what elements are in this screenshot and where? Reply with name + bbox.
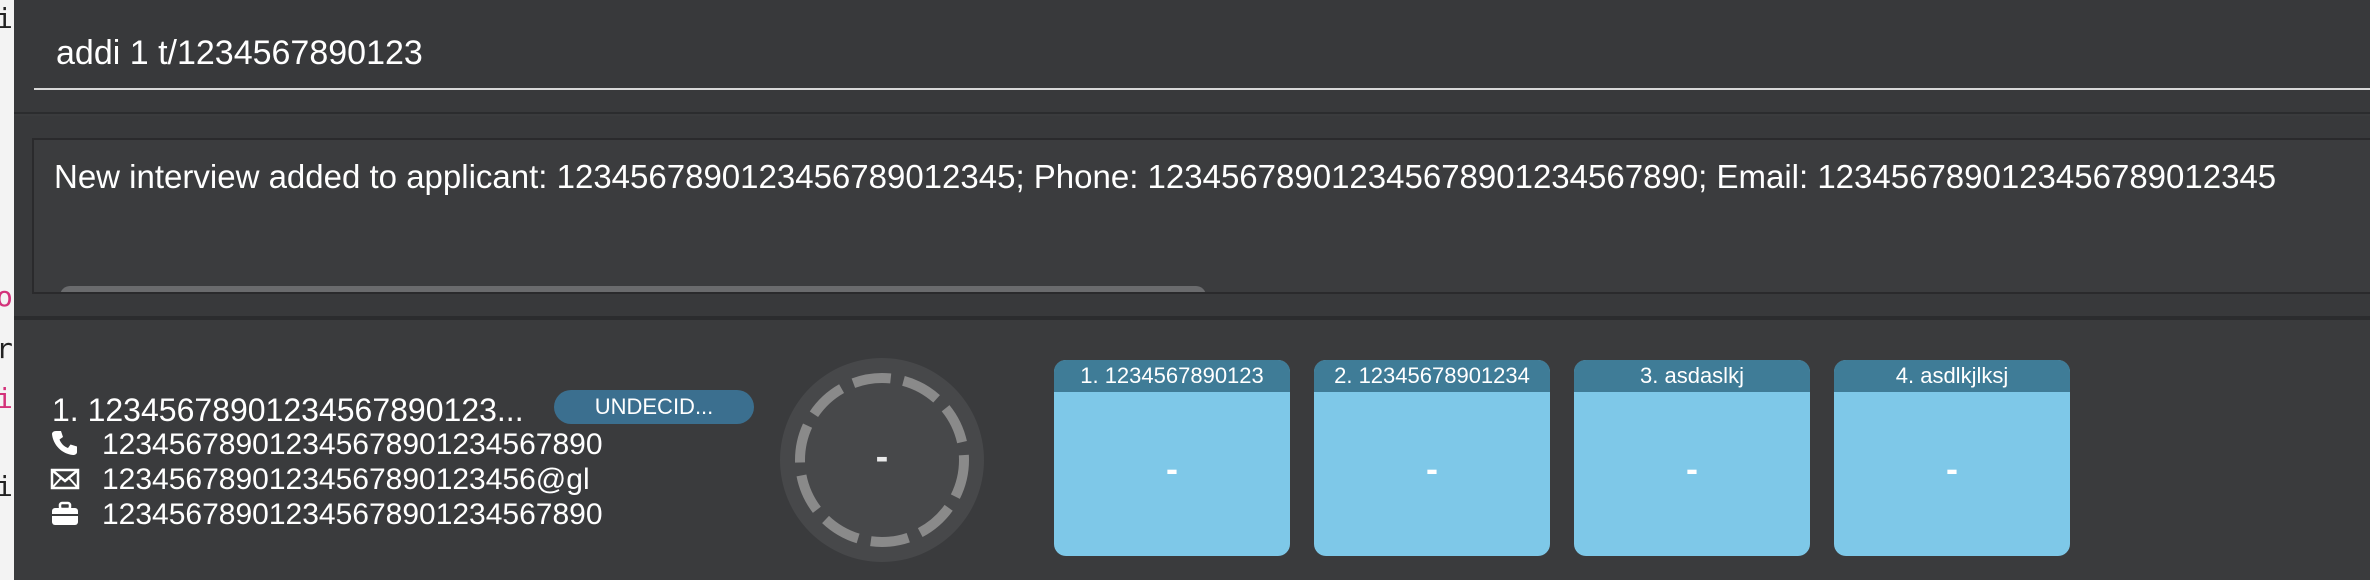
applicant-name: 1. 12345678901234567890123... (52, 392, 524, 428)
interview-round-header: 3. asdaslkj (1574, 360, 1810, 392)
overall-score-dial: - (780, 358, 984, 562)
interview-round-card[interactable]: 1. 1234567890123 - (1054, 360, 1290, 556)
interview-round-score: - (1426, 448, 1438, 489)
applicant-card[interactable]: 1. 12345678901234567890123... UNDECID...… (14, 320, 2370, 580)
interview-round-header: 4. asdlkjlksj (1834, 360, 2070, 392)
horizontal-scrollbar-thumb[interactable] (60, 286, 1206, 292)
interview-round-card[interactable]: 2. 12345678901234 - (1314, 360, 1550, 556)
result-display[interactable]: New interview added to applicant: 123456… (32, 138, 2370, 294)
overall-score-value: - (875, 436, 889, 478)
phone-icon (50, 429, 80, 455)
interview-round-score: - (1166, 448, 1178, 489)
command-box-pane (14, 0, 2370, 114)
interview-round-header: 2. 12345678901234 (1314, 360, 1550, 392)
status-badge: UNDECID... (554, 390, 754, 424)
interview-round-card[interactable]: 3. asdaslkj - (1574, 360, 1810, 556)
email-icon (50, 466, 80, 492)
job-text: 123456789012345678901234567890 (102, 498, 603, 531)
phone-text: 123456789012345678901234567890 (102, 428, 603, 461)
strip-glyph: i (0, 2, 13, 35)
strip-glyph: i (0, 382, 13, 415)
applicant-list-pane: 1. 12345678901234567890123... UNDECID...… (14, 318, 2370, 580)
strip-glyph: r (0, 332, 13, 365)
strip-glyph: i (0, 470, 13, 503)
briefcase-icon (50, 501, 80, 527)
background-editor-strip: i o r i i (0, 0, 14, 580)
email-row: 12345678901234567890123456@gl (50, 463, 590, 497)
command-input[interactable] (34, 18, 2370, 90)
interview-round-header: 1. 1234567890123 (1054, 360, 1290, 392)
interview-round-card[interactable]: 4. asdlkjlksj - (1834, 360, 2070, 556)
result-text: New interview added to applicant: 123456… (54, 158, 2277, 195)
result-display-pane: New interview added to applicant: 123456… (14, 116, 2370, 318)
interview-round-score: - (1686, 448, 1698, 489)
strip-glyph: o (0, 280, 13, 313)
job-row: 123456789012345678901234567890 (50, 498, 603, 532)
email-text: 12345678901234567890123456@gl (102, 463, 590, 496)
app-window: New interview added to applicant: 123456… (14, 0, 2370, 580)
phone-row: 123456789012345678901234567890 (50, 428, 603, 462)
interview-round-score: - (1946, 448, 1958, 489)
